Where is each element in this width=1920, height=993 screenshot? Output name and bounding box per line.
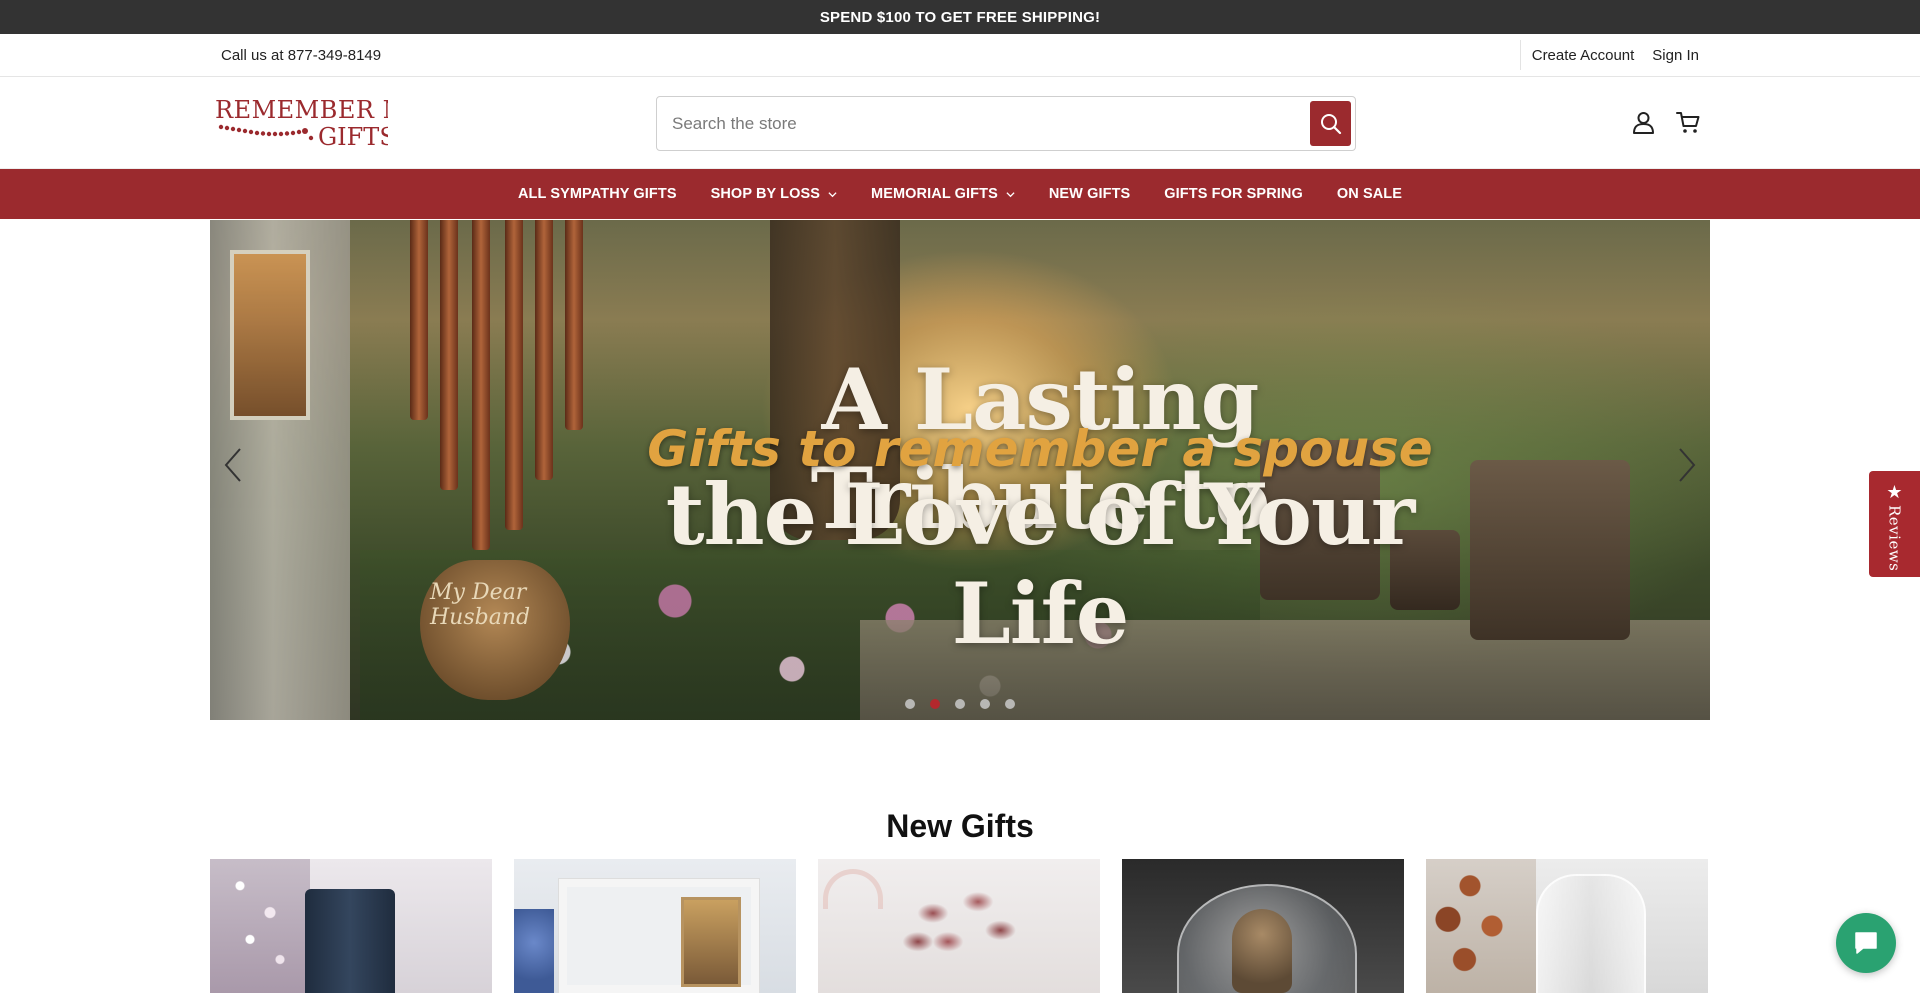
create-account-link[interactable]: Create Account: [1532, 47, 1635, 64]
nav-item-new-gifts[interactable]: NEW GIFTS: [1032, 186, 1147, 202]
hero-headline-line2: the Love of Your Life: [665, 465, 1416, 663]
nav-item-shop-by-loss[interactable]: SHOP BY LOSS: [694, 186, 854, 202]
carousel-dot-active[interactable]: [930, 699, 940, 709]
phone-number[interactable]: Call us at 877-349-8149: [221, 47, 381, 64]
promo-banner: SPEND $100 TO GET FREE SHIPPING!: [0, 0, 1920, 34]
carousel-dot[interactable]: [980, 699, 990, 709]
cart-icon[interactable]: [1676, 110, 1701, 135]
new-gifts-heading: New Gifts: [886, 808, 1034, 844]
main-navigation: ALL SYMPATHY GIFTS SHOP BY LOSS MEMORIAL…: [0, 169, 1920, 219]
heart-ornament-image: My Dear Husband: [420, 560, 570, 700]
nav-label: GIFTS FOR SPRING: [1164, 186, 1303, 202]
carousel-dot[interactable]: [955, 699, 965, 709]
nav-item-memorial-gifts[interactable]: MEMORIAL GIFTS: [854, 186, 1032, 202]
nav-item-gifts-for-spring[interactable]: GIFTS FOR SPRING: [1147, 186, 1320, 202]
new-gifts-product-row: [210, 859, 1710, 993]
chevron-down-icon: [828, 191, 837, 197]
svg-text:GIFTS: GIFTS: [318, 123, 388, 150]
star-icon: ★: [1886, 482, 1903, 502]
carousel-dots: [210, 699, 1710, 709]
nav-item-on-sale[interactable]: ON SALE: [1320, 186, 1419, 202]
product-card[interactable]: [514, 859, 796, 993]
carousel-dot[interactable]: [905, 699, 915, 709]
nav-label: ON SALE: [1336, 186, 1403, 202]
nav-label: ALL SYMPATHY GIFTS: [517, 186, 677, 202]
search-button[interactable]: [1310, 101, 1351, 146]
ornament-text: My Dear Husband: [430, 580, 531, 630]
promo-text: SPEND $100 TO GET FREE SHIPPING!: [819, 8, 1101, 26]
chat-button[interactable]: [1836, 913, 1896, 973]
product-card[interactable]: [1122, 859, 1404, 993]
account-icon[interactable]: [1631, 110, 1656, 135]
carousel-dot[interactable]: [1005, 699, 1015, 709]
nav-label: SHOP BY LOSS: [710, 186, 821, 202]
chevron-right-icon: [1679, 448, 1696, 482]
chevron-left-icon: [224, 448, 241, 482]
carousel-next-button[interactable]: [1672, 445, 1702, 485]
header-icons: [1631, 110, 1701, 135]
search-box: [656, 96, 1356, 151]
nav-item-all-sympathy-gifts[interactable]: ALL SYMPATHY GIFTS: [501, 186, 694, 202]
wind-chime-image: [410, 220, 590, 560]
site-logo[interactable]: REMEMBER ME GIFTS: [213, 96, 425, 151]
search-icon: [1320, 113, 1341, 134]
hero-carousel[interactable]: My Dear Husband A Lasting Tribute to Gif…: [210, 220, 1710, 720]
svg-text:REMEMBER ME: REMEMBER ME: [215, 98, 388, 124]
nav-label: NEW GIFTS: [1048, 186, 1131, 202]
reviews-label: Reviews: [1885, 505, 1904, 572]
account-links: Create Account Sign In: [1519, 34, 1699, 76]
chevron-down-icon: [1006, 191, 1015, 197]
product-card[interactable]: [1426, 859, 1708, 993]
product-card[interactable]: [210, 859, 492, 993]
divider: [1519, 40, 1521, 70]
utility-bar: Call us at 877-349-8149 Create Account S…: [0, 34, 1920, 77]
chat-icon: [1855, 932, 1877, 954]
product-card[interactable]: [818, 859, 1100, 993]
site-header: REMEMBER ME GIFTS: [0, 77, 1920, 169]
nav-label: MEMORIAL GIFTS: [871, 186, 998, 202]
sign-in-link[interactable]: Sign In: [1652, 47, 1699, 64]
search-input[interactable]: [657, 97, 1277, 150]
reviews-tab[interactable]: ★ Reviews: [1869, 471, 1920, 577]
carousel-prev-button[interactable]: [218, 445, 248, 485]
